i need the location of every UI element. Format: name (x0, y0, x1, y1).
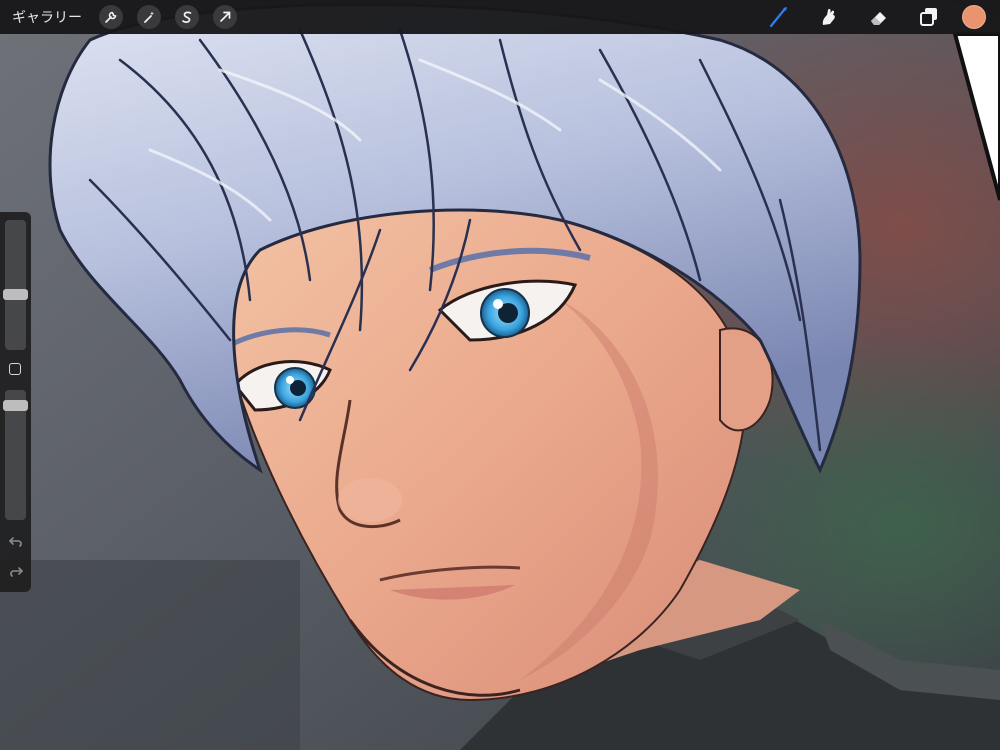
smudge-icon (822, 8, 835, 25)
left-sidebar (0, 212, 31, 592)
transform-button[interactable] (213, 5, 237, 29)
eraser-icon (871, 12, 886, 25)
drawing-canvas[interactable] (0, 0, 1000, 750)
brush-icon (769, 7, 787, 28)
adjustments-button[interactable] (137, 5, 161, 29)
magic-wand-icon (144, 11, 154, 23)
brush-opacity-thumb[interactable] (3, 399, 28, 411)
layers-icon (920, 8, 937, 26)
brush-size-slider[interactable] (5, 220, 26, 350)
undo-icon[interactable] (8, 535, 24, 549)
brush-size-thumb[interactable] (3, 289, 28, 301)
procreate-app: ギャラリー (0, 0, 1000, 750)
wrench-icon (105, 11, 117, 23)
selection-icon (182, 11, 192, 23)
redo-icon[interactable] (8, 565, 24, 579)
artwork (0, 0, 1000, 750)
color-picker-button[interactable] (962, 5, 986, 29)
eraser-tool-button[interactable] (865, 3, 893, 31)
paint-tool-button[interactable] (765, 3, 793, 31)
smudge-tool-button[interactable] (815, 3, 843, 31)
actions-button[interactable] (99, 5, 123, 29)
gallery-button[interactable]: ギャラリー (12, 7, 82, 27)
modifier-button[interactable] (9, 363, 21, 375)
transform-arrow-icon (220, 11, 231, 22)
top-toolbar: ギャラリー (0, 0, 1000, 34)
layers-button[interactable] (915, 3, 943, 31)
selection-button[interactable] (175, 5, 199, 29)
